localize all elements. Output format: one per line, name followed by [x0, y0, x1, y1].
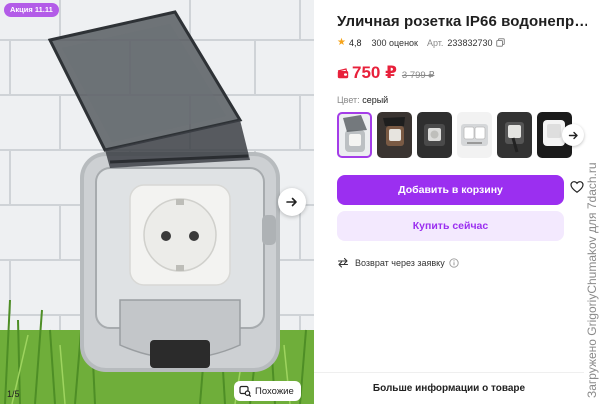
color-thumb-2[interactable] [377, 112, 412, 158]
promo-badge: Акция 11.11 [4, 3, 59, 17]
product-photo-gallery[interactable]: Акция 11.11 1/5 Похожие [0, 0, 314, 404]
color-thumbnails [337, 112, 575, 160]
favorite-heart-icon[interactable] [570, 180, 584, 194]
product-photo [0, 0, 314, 404]
photo-counter: 1/5 [7, 389, 20, 399]
watermark: Загружено GrigoriyChumakov для 7dach.ru [584, 0, 600, 404]
product-title: Уличная розетка IP66 водонепр… [337, 13, 587, 30]
star-icon: ★ [337, 37, 346, 48]
watermark-text: Загружено GrigoriyChumakov для 7dach.ru [585, 162, 599, 398]
article-label: Арт. [426, 37, 444, 48]
product-meta: ★ 4,8 300 оценок Арт. 233832730 [337, 37, 506, 48]
article-number: 233832730 [447, 37, 493, 48]
thumbnails-next-button[interactable] [562, 124, 584, 146]
return-arrows-icon [337, 257, 349, 268]
photo-next-button[interactable] [278, 188, 306, 216]
arrow-right-icon [286, 197, 297, 207]
copy-icon[interactable] [496, 38, 506, 47]
color-thumb-4[interactable] [457, 112, 492, 158]
color-thumb-3[interactable] [417, 112, 452, 158]
reviews-link[interactable]: 300 оценок [371, 38, 418, 48]
color-value: серый [362, 95, 389, 105]
color-thumb-5[interactable] [497, 112, 532, 158]
info-icon[interactable] [449, 257, 459, 268]
buy-now-button[interactable]: Купить сейчас [337, 211, 564, 241]
color-selector-label: Цвет: серый [337, 95, 388, 105]
color-label: Цвет: [337, 95, 360, 105]
similar-label: Похожие [255, 385, 294, 397]
return-label: Возврат через заявку [355, 257, 445, 268]
arrow-right-icon [568, 131, 578, 139]
current-price: 750 ₽ [352, 63, 397, 82]
rating-value: 4,8 [348, 37, 362, 48]
old-price: 3 799 ₽ [401, 70, 435, 81]
more-info-button[interactable]: Больше информации о товаре [314, 372, 584, 404]
similar-button[interactable]: Похожие [234, 381, 301, 401]
return-policy[interactable]: Возврат через заявку [337, 257, 459, 268]
image-search-icon [239, 385, 251, 397]
wallet-icon [337, 66, 349, 79]
color-thumb-1[interactable] [337, 112, 372, 158]
add-to-cart-button[interactable]: Добавить в корзину [337, 175, 564, 205]
price-row: 750 ₽ 3 799 ₽ [337, 63, 434, 83]
